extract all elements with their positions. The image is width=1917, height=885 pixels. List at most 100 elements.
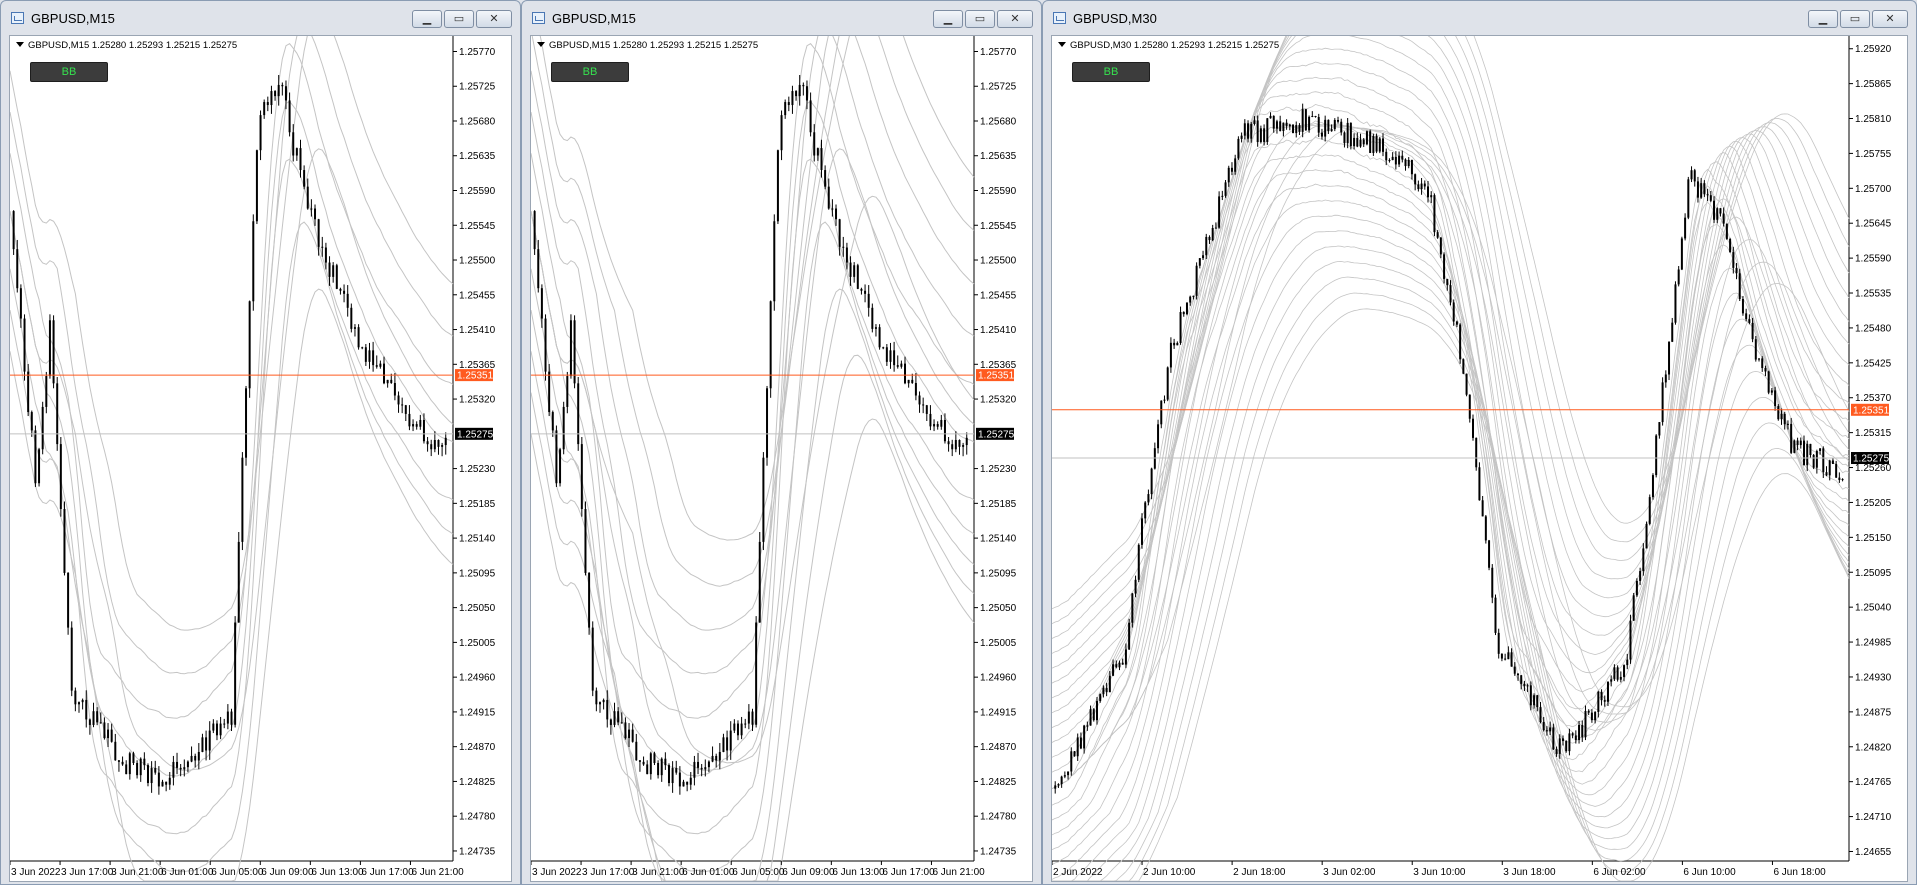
- maximize-button[interactable]: ▭: [1840, 10, 1870, 28]
- candle-body: [1349, 122, 1352, 147]
- candle-body: [1108, 675, 1111, 693]
- candle-body: [635, 741, 638, 761]
- candle-body: [1639, 571, 1642, 581]
- candle-body: [638, 760, 641, 762]
- price-axis: 1.25770 1.25725 1.25680 1.25635 1.25590 1.255…: [974, 47, 1017, 857]
- price-tick-label: 1.25635: [980, 151, 1017, 162]
- candle-body: [1799, 440, 1802, 446]
- candle-body: [678, 772, 681, 787]
- candle-body: [704, 767, 707, 770]
- candle-body: [606, 699, 609, 720]
- candle-body: [1414, 174, 1417, 185]
- chart-area[interactable]: 1.25770 1.25725 1.25680 1.25635 1.25590 1.255…: [530, 35, 1033, 882]
- candle-body: [1089, 709, 1092, 726]
- bb-indicator-button[interactable]: BB: [30, 62, 108, 82]
- candle-body: [537, 249, 540, 289]
- candle-body: [237, 541, 240, 623]
- candle-body: [1356, 137, 1359, 147]
- candle-body: [361, 347, 364, 349]
- candle-body: [328, 262, 331, 277]
- time-tick-label: 6 Jun 09:00: [261, 867, 314, 878]
- candle-body: [1500, 653, 1503, 659]
- price-tick-label: 1.25700: [1855, 184, 1892, 195]
- candle-body: [1751, 322, 1754, 340]
- candle-body: [1690, 170, 1693, 180]
- price-tick-label: 1.25185: [980, 499, 1017, 510]
- ask-price-tag-text: 1.25351: [978, 371, 1015, 382]
- ask-price-tag: 1.25351: [1851, 403, 1890, 416]
- price-tick-label: 1.25140: [980, 534, 1017, 545]
- candle-body: [1298, 125, 1301, 132]
- candle-body: [1594, 711, 1597, 721]
- title-bar[interactable]: GBPUSD,M30 ▁ ▭ ✕: [1043, 1, 1916, 37]
- candle-body: [223, 723, 226, 725]
- title-bar[interactable]: GBPUSD,M15 ▁ ▭ ✕: [1, 1, 520, 37]
- candle-body: [1684, 217, 1687, 239]
- candle-body: [1735, 267, 1738, 274]
- candle-body: [1748, 319, 1751, 323]
- band-line: [1052, 91, 1850, 758]
- candle-body: [1083, 725, 1086, 749]
- candle-body: [1263, 128, 1266, 142]
- price-tick-label: 1.25425: [1855, 358, 1892, 369]
- symbol-info[interactable]: GBPUSD,M30 1.25280 1.25293 1.25215 1.252…: [1058, 40, 1279, 51]
- close-button[interactable]: ✕: [1872, 10, 1908, 28]
- candle-body: [1819, 448, 1822, 451]
- candle-body: [1208, 236, 1211, 241]
- chart-window-3[interactable]: GBPUSD,M30 ▁ ▭ ✕ 1.25920 1.25865 1.25810 1.…: [1042, 0, 1917, 885]
- candle-body: [56, 383, 59, 445]
- price-tick-label: 1.25645: [1855, 219, 1892, 230]
- candle-body: [649, 753, 652, 775]
- candle-body: [845, 247, 848, 263]
- candle-body: [1079, 737, 1082, 749]
- candle-body: [925, 405, 928, 414]
- candle-body: [907, 379, 910, 384]
- candle-body: [1333, 119, 1336, 130]
- candle-body: [914, 382, 917, 396]
- minimize-button[interactable]: ▁: [412, 10, 442, 28]
- price-tick-label: 1.25680: [459, 116, 496, 127]
- chart-window-2[interactable]: GBPUSD,M15 ▁ ▭ ✕ 1.25770 1.25725 1.25680 1.…: [521, 0, 1042, 885]
- candle-body: [1738, 273, 1741, 300]
- symbol-info[interactable]: GBPUSD,M15 1.25280 1.25293 1.25215 1.252…: [16, 40, 237, 51]
- candle-body: [1105, 687, 1108, 693]
- candle-body: [1330, 129, 1333, 132]
- candle-body: [544, 318, 547, 372]
- bb-indicator-button[interactable]: BB: [551, 62, 629, 82]
- candle-body: [1054, 785, 1057, 789]
- minimize-button[interactable]: ▁: [933, 10, 963, 28]
- candle-body: [321, 246, 324, 248]
- close-button[interactable]: ✕: [476, 10, 512, 28]
- close-button[interactable]: ✕: [997, 10, 1033, 28]
- candle-body: [1651, 475, 1654, 498]
- price-tick-label: 1.25140: [459, 534, 496, 545]
- candle-body: [707, 761, 710, 768]
- bollinger-bands: [531, 36, 975, 881]
- bb-indicator-button[interactable]: BB: [1072, 62, 1150, 82]
- symbol-info[interactable]: GBPUSD,M15 1.25280 1.25293 1.25215 1.252…: [537, 40, 758, 51]
- price-tick-label: 1.25185: [459, 499, 496, 510]
- chart-canvas[interactable]: 1.25770 1.25725 1.25680 1.25635 1.25590 1.255…: [531, 36, 1032, 881]
- chart-area[interactable]: 1.25770 1.25725 1.25680 1.25635 1.25590 1.255…: [9, 35, 512, 882]
- candle-body: [1189, 296, 1192, 303]
- candle-body: [559, 449, 562, 484]
- band-line: [1052, 47, 1850, 714]
- chart-area[interactable]: 1.25920 1.25865 1.25810 1.25755 1.25700 1.256…: [1051, 35, 1908, 882]
- candle-body: [383, 363, 386, 384]
- bollinger-bands: [10, 36, 454, 881]
- candle-body: [430, 444, 433, 450]
- candle-body: [1780, 413, 1783, 420]
- chart-canvas[interactable]: 1.25920 1.25865 1.25810 1.25755 1.25700 1.256…: [1052, 36, 1907, 881]
- maximize-button[interactable]: ▭: [965, 10, 995, 28]
- title-bar[interactable]: GBPUSD,M15 ▁ ▭ ✕: [522, 1, 1041, 37]
- candle-body: [842, 246, 845, 248]
- candle-body: [107, 729, 110, 739]
- chart-canvas[interactable]: 1.25770 1.25725 1.25680 1.25635 1.25590 1.255…: [10, 36, 511, 881]
- candle-body: [766, 388, 769, 458]
- ask-price-tag: 1.25351: [455, 369, 494, 382]
- maximize-button[interactable]: ▭: [444, 10, 474, 28]
- chart-window-1[interactable]: GBPUSD,M15 ▁ ▭ ✕ 1.25770 1.25725 1.25680 1.…: [0, 0, 521, 885]
- minimize-button[interactable]: ▁: [1808, 10, 1838, 28]
- candle-body: [1256, 120, 1259, 143]
- price-tick-label: 1.25635: [459, 151, 496, 162]
